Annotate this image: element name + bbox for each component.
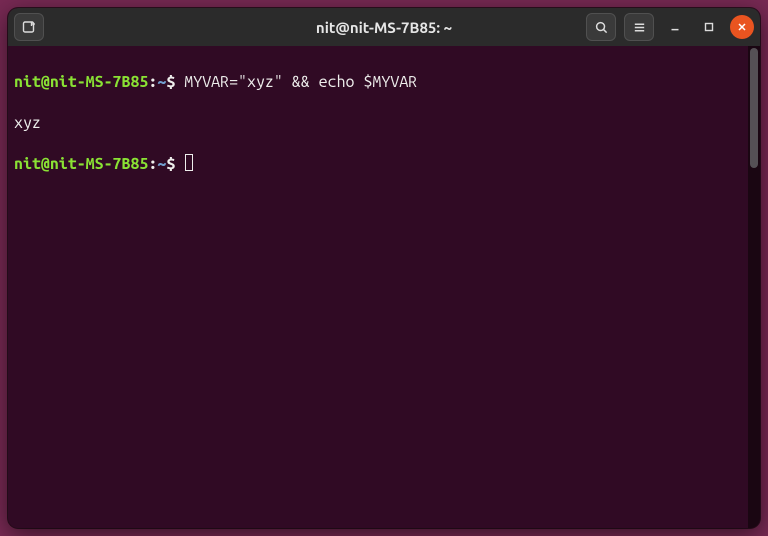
- scrollbar-thumb[interactable]: [750, 48, 758, 168]
- scrollbar[interactable]: [748, 46, 760, 528]
- hamburger-icon: [632, 20, 647, 35]
- prompt-userhost: nit@nit-MS-7B85: [14, 155, 148, 173]
- search-icon: [594, 20, 609, 35]
- prompt-path: ~: [157, 155, 166, 173]
- terminal-window: nit@nit-MS-7B85: ~: [8, 8, 760, 528]
- new-tab-button[interactable]: [14, 13, 44, 41]
- titlebar: nit@nit-MS-7B85: ~: [8, 8, 760, 46]
- prompt-userhost: nit@nit-MS-7B85: [14, 73, 148, 91]
- titlebar-right: [586, 13, 754, 41]
- minimize-icon: [668, 20, 682, 34]
- prompt-path: ~: [157, 73, 166, 91]
- terminal-viewport: nit@nit-MS-7B85:~$ MYVAR="xyz" && echo $…: [8, 46, 760, 528]
- minimize-button[interactable]: [662, 13, 688, 41]
- command-text: MYVAR="xyz" && echo $MYVAR: [175, 73, 417, 91]
- close-button[interactable]: [730, 15, 754, 39]
- command-text: [175, 155, 184, 173]
- prompt-dollar: $: [166, 73, 175, 91]
- prompt-dollar: $: [166, 155, 175, 173]
- maximize-button[interactable]: [696, 13, 722, 41]
- output-line: xyz: [14, 113, 742, 133]
- menu-button[interactable]: [624, 13, 654, 41]
- terminal-body[interactable]: nit@nit-MS-7B85:~$ MYVAR="xyz" && echo $…: [8, 46, 748, 528]
- text-cursor: [185, 154, 193, 171]
- close-icon: [736, 21, 748, 33]
- terminal-line: nit@nit-MS-7B85:~$: [14, 154, 742, 174]
- titlebar-left: [14, 13, 44, 41]
- terminal-line: nit@nit-MS-7B85:~$ MYVAR="xyz" && echo $…: [14, 72, 742, 92]
- new-tab-icon: [21, 19, 37, 35]
- search-button[interactable]: [586, 13, 616, 41]
- maximize-icon: [702, 20, 716, 34]
